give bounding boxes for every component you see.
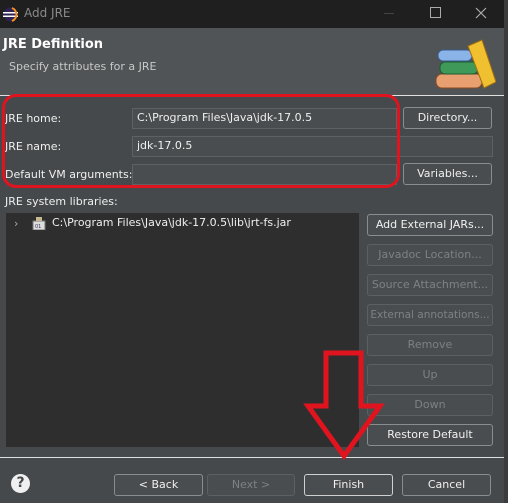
close-icon[interactable] xyxy=(475,7,487,19)
svg-text:01: 01 xyxy=(35,224,41,230)
page-title: JRE Definition xyxy=(3,37,104,52)
red-arrow-annotation xyxy=(303,350,385,461)
dialog-header: JRE Definition Specify attributes for a … xyxy=(0,28,504,95)
add-external-jars-button[interactable]: Add External JARs... xyxy=(367,214,493,236)
footer-divider xyxy=(0,457,504,458)
source-attachment-button[interactable]: Source Attachment... xyxy=(367,274,493,296)
directory-button[interactable]: Directory... xyxy=(403,107,492,129)
system-libraries-label: JRE system libraries: xyxy=(5,195,118,208)
variables-button[interactable]: Variables... xyxy=(403,163,492,185)
back-button[interactable]: < Back xyxy=(114,474,203,496)
library-books-icon xyxy=(435,39,496,89)
finish-button[interactable]: Finish xyxy=(304,474,393,496)
jar-icon: 01 xyxy=(32,217,46,230)
external-annotations-button[interactable]: External annotations... xyxy=(367,304,493,326)
page-subtitle: Specify attributes for a JRE xyxy=(9,60,157,73)
tree-item[interactable]: › 01 C:\Program Files\Java\jdk-17.0.5\li… xyxy=(12,216,352,232)
highlight-box xyxy=(2,94,400,188)
help-icon[interactable]: ? xyxy=(11,474,30,493)
title-bar: Add JRE xyxy=(0,0,504,28)
window-title: Add JRE xyxy=(24,6,71,20)
next-button[interactable]: Next > xyxy=(207,474,295,496)
javadoc-location-button[interactable]: Javadoc Location... xyxy=(367,244,493,266)
cancel-button[interactable]: Cancel xyxy=(402,474,491,496)
minimize-button[interactable] xyxy=(384,13,394,14)
maximize-button[interactable] xyxy=(430,7,441,18)
eclipse-icon xyxy=(3,7,18,22)
tree-item-label: C:\Program Files\Java\jdk-17.0.5\lib\jrt… xyxy=(52,216,291,229)
chevron-right-icon[interactable]: › xyxy=(14,217,18,230)
